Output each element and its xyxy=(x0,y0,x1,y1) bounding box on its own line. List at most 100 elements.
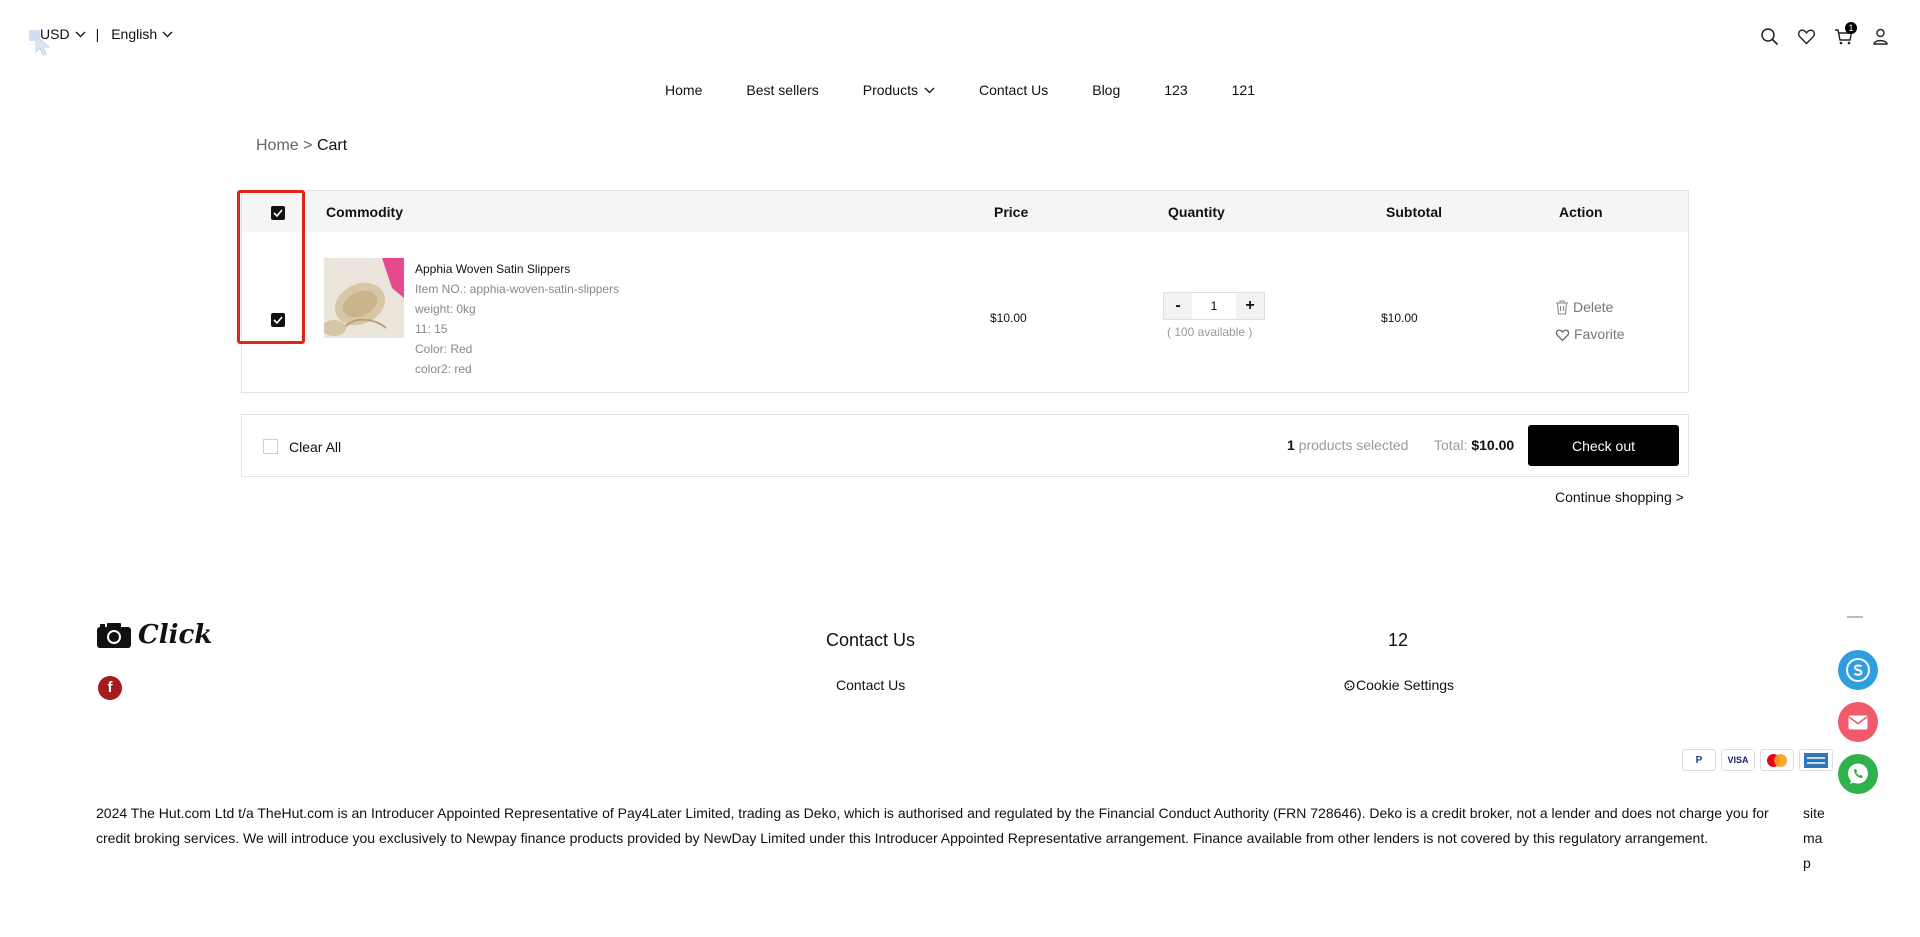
selected-count-label: products selected xyxy=(1294,437,1409,453)
payment-methods: P VISA xyxy=(1682,749,1833,771)
wishlist-button[interactable] xyxy=(1797,27,1816,46)
amex-icon xyxy=(1799,749,1833,771)
legal-disclaimer: 2024 The Hut.com Ltd t/a TheHut.com is a… xyxy=(96,805,1769,846)
breadcrumb: Home > Cart xyxy=(256,137,347,155)
nav-contact-us[interactable]: Contact Us xyxy=(979,82,1048,98)
header-subtotal: Subtotal xyxy=(1386,204,1442,220)
total-label: Total: xyxy=(1434,437,1468,453)
delete-label: Delete xyxy=(1573,299,1614,315)
total-value: $10.00 xyxy=(1471,437,1515,453)
whatsapp-button[interactable] xyxy=(1838,754,1878,794)
cookie-settings-link[interactable]: Cookie Settings xyxy=(1344,677,1454,693)
visa-icon: VISA xyxy=(1721,749,1755,771)
footer-contact-link[interactable]: Contact Us xyxy=(836,677,905,693)
nav-blog[interactable]: Blog xyxy=(1092,82,1120,98)
cart-button[interactable]: 1 xyxy=(1834,22,1857,46)
breadcrumb-separator: > xyxy=(303,137,313,154)
checkout-button[interactable]: Check out xyxy=(1528,425,1679,466)
minimize-widget-button[interactable] xyxy=(1847,616,1863,618)
cart-count-badge: 1 xyxy=(1845,22,1857,34)
language-select[interactable]: English xyxy=(111,26,173,42)
product-color: Color: Red xyxy=(415,342,473,356)
delete-button[interactable]: Delete xyxy=(1555,294,1625,321)
main-nav: Home Best sellers Products Contact Us Bl… xyxy=(0,82,1920,98)
nav-home[interactable]: Home xyxy=(665,82,702,98)
heart-icon xyxy=(1797,29,1816,45)
slipper-image xyxy=(324,258,404,338)
skype-icon xyxy=(1846,658,1870,682)
checkmark-icon xyxy=(273,316,283,324)
currency-label: USD xyxy=(40,26,70,42)
nav-best-sellers[interactable]: Best sellers xyxy=(746,82,818,98)
header-actions: 1 xyxy=(1760,22,1890,46)
chevron-down-icon xyxy=(162,31,173,37)
paypal-icon: P xyxy=(1682,749,1716,771)
product-item-no: Item NO.: apphia-woven-satin-slippers xyxy=(415,282,620,296)
item-price: $10.00 xyxy=(990,311,1027,325)
search-icon xyxy=(1761,28,1779,46)
heart-icon xyxy=(1555,328,1570,341)
locale-separator: | xyxy=(95,26,100,42)
product-info: Apphia Woven Satin Slippers Item NO.: ap… xyxy=(415,259,619,379)
cart-table-header: Commodity Price Quantity Subtotal Action xyxy=(242,191,1688,232)
facebook-icon[interactable]: f xyxy=(98,676,122,700)
product-attribute: 11: 15 xyxy=(415,322,448,336)
item-actions: Delete Favorite xyxy=(1555,294,1625,348)
chevron-down-icon xyxy=(924,87,935,93)
item-subtotal: $10.00 xyxy=(1381,311,1418,325)
sitemap-link[interactable]: site map xyxy=(1803,801,1825,876)
nav-121[interactable]: 121 xyxy=(1232,82,1255,98)
skype-button[interactable] xyxy=(1838,650,1878,690)
product-weight: weight: 0kg xyxy=(415,302,476,316)
trash-icon xyxy=(1556,300,1568,315)
quantity-stepper: - + xyxy=(1163,292,1265,320)
footer-logo[interactable]: Click xyxy=(96,620,212,650)
account-button[interactable] xyxy=(1871,27,1890,46)
clear-all-checkbox[interactable] xyxy=(263,439,278,454)
item-checkbox[interactable] xyxy=(271,313,285,327)
selected-count: 1 products selected xyxy=(1287,437,1408,453)
camera-icon xyxy=(97,623,131,648)
currency-select[interactable]: USD xyxy=(40,26,86,42)
breadcrumb-current: Cart xyxy=(316,137,348,154)
stock-available: ( 100 available ) xyxy=(1167,325,1253,339)
breadcrumb-home[interactable]: Home xyxy=(256,137,299,154)
email-icon xyxy=(1848,715,1868,729)
whatsapp-icon xyxy=(1848,763,1868,784)
cookie-settings-label: Cookie Settings xyxy=(1356,677,1455,693)
header-price: Price xyxy=(994,204,1029,220)
favorite-button[interactable]: Favorite xyxy=(1555,321,1625,348)
product-image[interactable] xyxy=(324,258,404,338)
search-button[interactable] xyxy=(1760,27,1779,46)
locale-switcher: USD | English xyxy=(40,26,173,42)
cookie-icon xyxy=(1344,679,1355,691)
nav-products-label: Products xyxy=(862,82,918,98)
quantity-increase-button[interactable]: + xyxy=(1236,293,1264,319)
footer-contact-title: Contact Us xyxy=(826,630,916,650)
product-color2: color2: red xyxy=(415,362,472,376)
top-bar: USD | English 1 xyxy=(0,0,1920,70)
logo-text: Click xyxy=(138,620,213,650)
email-button[interactable] xyxy=(1838,702,1878,742)
selected-count-number: 1 xyxy=(1287,437,1295,453)
quantity-input[interactable] xyxy=(1192,293,1236,319)
nav-products[interactable]: Products xyxy=(863,82,935,98)
header-quantity: Quantity xyxy=(1168,204,1225,220)
product-name[interactable]: Apphia Woven Satin Slippers xyxy=(415,259,619,279)
nav-123[interactable]: 123 xyxy=(1164,82,1187,98)
header-action: Action xyxy=(1559,204,1603,220)
quantity-decrease-button[interactable]: - xyxy=(1164,293,1192,319)
clear-all-label[interactable]: Clear All xyxy=(289,439,341,455)
continue-shopping-link[interactable]: Continue shopping > xyxy=(1555,489,1684,505)
cart-total: Total: $10.00 xyxy=(1434,437,1514,453)
mastercard-icon xyxy=(1760,749,1794,771)
cart-summary: Clear All 1 products selected Total: $10… xyxy=(241,414,1689,477)
chevron-down-icon xyxy=(75,31,86,37)
cart-table: Commodity Price Quantity Subtotal Action… xyxy=(241,190,1689,393)
select-all-checkbox[interactable] xyxy=(271,206,285,220)
header-commodity: Commodity xyxy=(326,204,403,220)
language-label: English xyxy=(111,26,158,42)
footer-col2-title: 12 xyxy=(1388,630,1409,650)
favorite-label: Favorite xyxy=(1574,326,1625,342)
checkmark-icon xyxy=(273,209,283,217)
